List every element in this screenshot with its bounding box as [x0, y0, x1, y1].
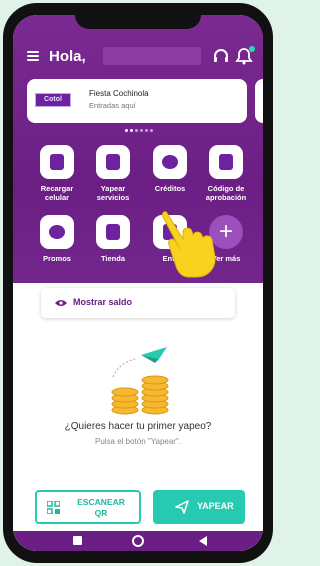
- event-subtitle: Entradas aquí: [89, 101, 136, 110]
- event-logo: Cotol: [35, 93, 71, 107]
- service-label: Promos: [43, 254, 71, 263]
- notification-badge: [249, 46, 255, 52]
- back-icon[interactable]: [199, 536, 207, 546]
- app-screen: Hola, Cotol Fiesta Cochinola Entradas aq…: [13, 15, 263, 551]
- service-yapear-servicios[interactable]: Yapear servicios: [85, 145, 141, 202]
- balance-label: Mostrar saldo: [73, 297, 133, 307]
- pointing-hand-icon: [162, 211, 216, 278]
- yapear-button[interactable]: YAPEAR: [153, 490, 245, 524]
- carousel-dots: [125, 129, 153, 132]
- qr-icon: [47, 501, 60, 514]
- first-yapeo-question: ¿Quieres hacer tu primer yapeo?: [64, 421, 212, 432]
- android-nav-bar: [13, 531, 263, 551]
- camera-notch: [75, 15, 201, 29]
- show-balance-button[interactable]: Mostrar saldo: [41, 288, 235, 318]
- service-label: Tienda: [100, 254, 126, 263]
- wallet-icon: [162, 155, 178, 169]
- service-tienda[interactable]: Tienda: [85, 215, 141, 263]
- store-icon: [106, 224, 120, 240]
- headset-icon[interactable]: [212, 47, 230, 65]
- service-label: Yapear servicios: [96, 184, 130, 202]
- send-icon: [175, 500, 189, 514]
- service-recargar-celular[interactable]: Recargar celular: [29, 145, 85, 202]
- app-header: Hola,: [27, 45, 255, 67]
- user-name-redacted: [103, 47, 201, 65]
- menu-icon[interactable]: [27, 51, 39, 61]
- phone-icon: [50, 154, 64, 170]
- home-icon[interactable]: [132, 535, 144, 547]
- event-title: Fiesta Cochinola: [89, 89, 149, 98]
- recent-apps-icon[interactable]: [73, 536, 82, 545]
- coins-illustration: [111, 347, 169, 415]
- next-banner-peek[interactable]: [255, 79, 263, 123]
- receipt-icon: [106, 154, 120, 170]
- first-yapeo-hint: Pulsa el botón "Yapear".: [94, 437, 182, 446]
- scan-qr-button[interactable]: ESCANEAR QR: [35, 490, 141, 524]
- service-label: Recargar celular: [40, 184, 74, 202]
- greeting-text: Hola,: [49, 48, 86, 65]
- promo-icon: [49, 225, 65, 239]
- service-promos[interactable]: Promos: [29, 215, 85, 263]
- phone-frame: Hola, Cotol Fiesta Cochinola Entradas aq…: [3, 3, 273, 563]
- yapear-label: YAPEAR: [197, 501, 234, 511]
- service-codigo-aprobacion[interactable]: Código de aprobación: [198, 145, 254, 202]
- eye-icon: [55, 300, 67, 306]
- service-label: Código de aprobación: [205, 184, 247, 202]
- scan-qr-label: ESCANEAR QR: [77, 497, 125, 518]
- shop-bag-icon: [219, 154, 233, 170]
- service-label: Créditos: [154, 184, 186, 193]
- event-banner[interactable]: Cotol Fiesta Cochinola Entradas aquí: [27, 79, 247, 123]
- service-creditos[interactable]: Créditos: [142, 145, 198, 193]
